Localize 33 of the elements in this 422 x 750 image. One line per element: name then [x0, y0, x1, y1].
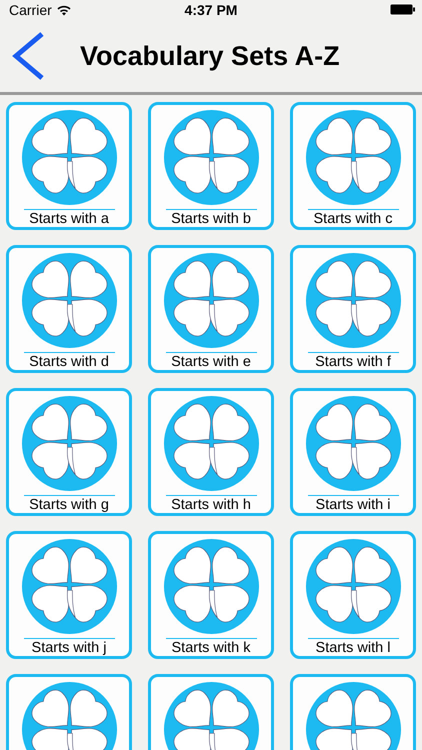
vocabulary-set-button[interactable]: Starts with h	[148, 388, 274, 516]
battery-icon	[390, 4, 416, 15]
vocabulary-set-button[interactable]: Starts with k	[148, 531, 274, 659]
clover-icon	[304, 538, 402, 635]
vocabulary-set-button[interactable]: Starts with d	[6, 245, 132, 373]
carrier-name: Carrier	[9, 2, 52, 18]
clover-icon	[20, 538, 118, 635]
vocabulary-set-button[interactable]: Starts with i	[290, 388, 416, 516]
vocabulary-set-button[interactable]: Starts with j	[6, 531, 132, 659]
clock-time: 4:37 PM	[184, 2, 238, 18]
vocabulary-set-button[interactable]: Starts with a	[6, 102, 132, 230]
clover-icon	[162, 252, 260, 349]
vocabulary-set-button[interactable]: Starts with g	[6, 388, 132, 516]
clover-icon	[20, 681, 118, 750]
clover-icon	[304, 109, 402, 206]
clover-icon	[162, 395, 260, 492]
clover-icon	[162, 681, 260, 750]
clover-icon	[20, 252, 118, 349]
vocabulary-set-button[interactable]: Starts with e	[148, 245, 274, 373]
back-button[interactable]	[10, 31, 46, 81]
clover-icon	[20, 109, 118, 206]
clover-icon	[162, 109, 260, 206]
clover-icon	[304, 681, 402, 750]
clover-icon	[304, 395, 402, 492]
clover-icon	[20, 395, 118, 492]
vocabulary-set-button[interactable]: Starts with b	[148, 102, 274, 230]
clover-icon	[304, 252, 402, 349]
screen-title: Vocabulary Sets A-Z	[80, 40, 340, 72]
vocabulary-set-button[interactable]: Starts with f	[290, 245, 416, 373]
clover-icon	[162, 538, 260, 635]
wifi-icon	[56, 4, 71, 16]
vocabulary-set-button[interactable]: Starts with l	[290, 531, 416, 659]
vocabulary-set-button[interactable]: Starts with c	[290, 102, 416, 230]
